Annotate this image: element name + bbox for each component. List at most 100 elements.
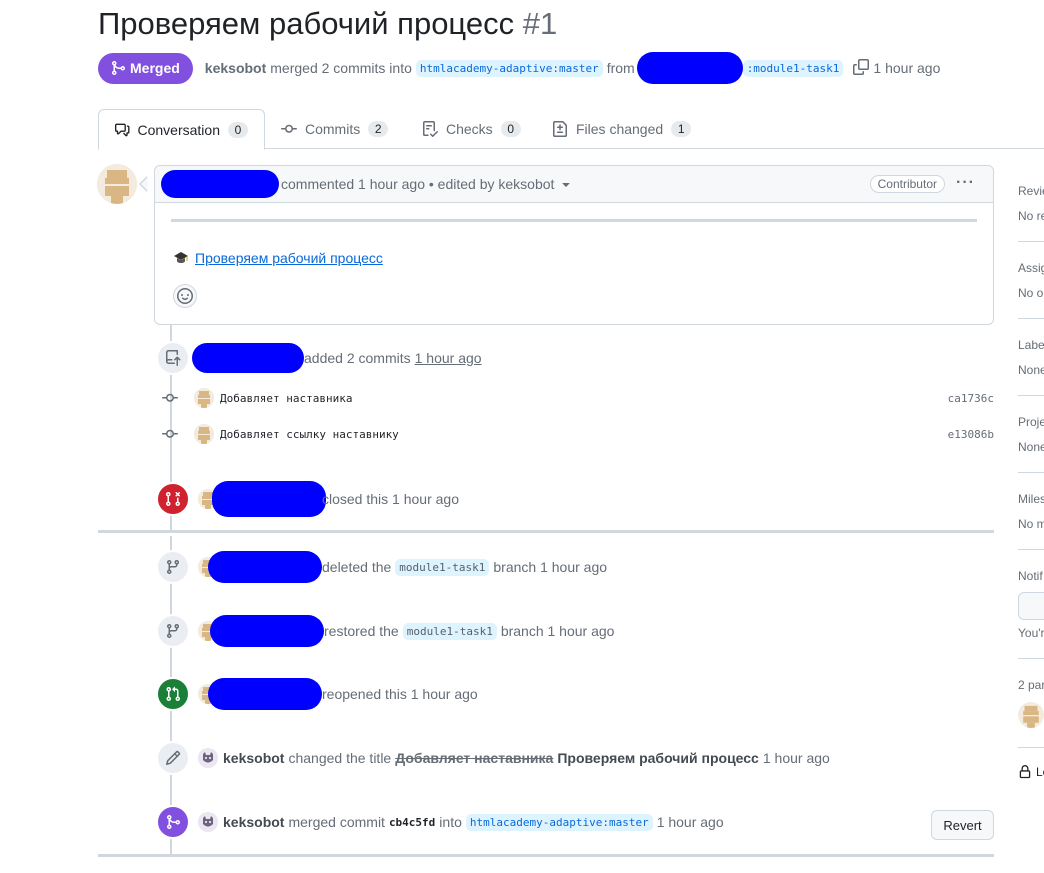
pencil-icon bbox=[156, 741, 190, 775]
timeline-event-deleted-branch: deleted the module1-task1 branch 1 hour … bbox=[156, 550, 607, 584]
event-text: deleted the bbox=[322, 559, 392, 575]
git-commit-icon bbox=[162, 390, 178, 406]
sidebar-reviewers[interactable]: RevieNo re bbox=[1018, 184, 1044, 223]
event-text: merged commit bbox=[288, 814, 385, 830]
status-label: Merged bbox=[130, 60, 180, 76]
author-link[interactable]: keksobot bbox=[205, 60, 266, 76]
kebab-menu-icon[interactable]: ··· bbox=[956, 174, 975, 192]
merge-text: merged 2 commits into bbox=[270, 60, 412, 76]
lock-conversation[interactable]: Lo bbox=[1018, 765, 1044, 779]
pr-number: #1 bbox=[522, 6, 558, 41]
redacted-username bbox=[192, 343, 304, 373]
timeline-event-closed: closed this 1 hour ago bbox=[156, 481, 459, 517]
commit-sha[interactable]: cb4c5fd bbox=[389, 816, 435, 829]
avatar[interactable] bbox=[198, 748, 218, 768]
commit-row: Добавляет ссылку наставнику e13086b bbox=[162, 424, 994, 444]
comment-action: commented 1 hour ago • edited by keksobo… bbox=[281, 176, 555, 192]
tab-count: 0 bbox=[500, 121, 521, 137]
git-commit-icon bbox=[162, 426, 178, 442]
avatar[interactable] bbox=[194, 424, 214, 444]
avatar[interactable] bbox=[1018, 702, 1044, 728]
commit-message[interactable]: Добавляет наставника bbox=[220, 392, 352, 405]
commit-message[interactable]: Добавляет ссылку наставнику bbox=[220, 428, 399, 441]
tab-files-changed[interactable]: Files changed 1 bbox=[536, 109, 707, 149]
sidebar-divider bbox=[1018, 549, 1044, 550]
redacted-username bbox=[161, 170, 279, 198]
tab-label: Commits bbox=[305, 121, 361, 137]
actor-link[interactable]: keksobot bbox=[223, 814, 284, 830]
triangle-down-icon[interactable] bbox=[558, 176, 574, 192]
sidebar-labels[interactable]: Labe None bbox=[1018, 338, 1044, 377]
page-title: Проверяем рабочий процесс #1 bbox=[98, 6, 557, 42]
checklist-icon bbox=[423, 121, 438, 137]
timeline-event-added-commits: added 2 commits 1 hour ago bbox=[156, 341, 482, 375]
timeline-event-reopened: reopened this 1 hour ago bbox=[156, 677, 478, 711]
sidebar-divider bbox=[1018, 747, 1044, 748]
head-branch-ref[interactable]: :module1-task1 bbox=[742, 59, 844, 77]
timeline-event-merged: keksobot merged commit cb4c5fd into html… bbox=[156, 805, 724, 839]
smiley-icon[interactable] bbox=[173, 284, 197, 308]
redacted-username bbox=[208, 551, 322, 583]
event-time: branch 1 hour ago bbox=[500, 623, 615, 639]
commit-row: Добавляет наставника ca1736c bbox=[162, 388, 994, 408]
timeline-event-renamed: keksobot changed the title Добавляет нас… bbox=[156, 741, 830, 775]
copy-icon[interactable] bbox=[853, 58, 870, 78]
base-branch-ref[interactable]: htmlacademy-adaptive:master bbox=[465, 813, 653, 831]
event-text: added 2 commits bbox=[304, 350, 411, 366]
pr-tabs: Conversation 0 Commits 2 Checks 0 Files … bbox=[98, 109, 1044, 150]
tab-label: Conversation bbox=[137, 121, 221, 138]
branch-ref: module1-task1 bbox=[395, 558, 490, 576]
tab-checks[interactable]: Checks 0 bbox=[406, 109, 537, 149]
status-badge: Merged bbox=[98, 52, 193, 84]
comment-divider bbox=[171, 219, 977, 222]
redacted-username bbox=[636, 52, 743, 84]
timeline-divider bbox=[98, 530, 994, 533]
git-merge-icon bbox=[112, 61, 126, 75]
git-branch-icon bbox=[156, 550, 190, 584]
tab-label: Files changed bbox=[576, 121, 664, 137]
comment-discussion-icon bbox=[115, 123, 130, 136]
sidebar-projects[interactable]: Proje None bbox=[1018, 415, 1044, 454]
sidebar-milestone[interactable]: Miles No m bbox=[1018, 492, 1044, 531]
event-time[interactable]: 1 hour ago bbox=[415, 350, 482, 366]
sidebar-assignees[interactable]: AssigNo o bbox=[1018, 261, 1044, 300]
event-text: reopened this 1 hour ago bbox=[322, 686, 478, 702]
redacted-username bbox=[210, 615, 324, 647]
subscribe-button[interactable] bbox=[1018, 592, 1044, 620]
from-text: from bbox=[606, 60, 635, 76]
contributor-label: Contributor bbox=[869, 175, 945, 193]
comment-header: commented 1 hour ago • edited by keksobo… bbox=[155, 166, 993, 203]
avatar[interactable] bbox=[194, 388, 214, 408]
sidebar-participants: 2 par bbox=[1018, 678, 1044, 728]
git-pull-request-icon bbox=[156, 677, 190, 711]
pr-description-comment: commented 1 hour ago • edited by keksobo… bbox=[154, 165, 994, 325]
into-text: into bbox=[439, 814, 462, 830]
actor-link[interactable]: keksobot bbox=[223, 750, 284, 766]
tab-commits[interactable]: Commits 2 bbox=[265, 109, 404, 149]
tab-label: Checks bbox=[446, 121, 493, 137]
old-title: Добавляет наставника bbox=[395, 750, 554, 766]
redacted-username bbox=[212, 481, 326, 517]
tab-conversation[interactable]: Conversation 0 bbox=[98, 109, 265, 150]
comment-link[interactable]: Проверяем рабочий процесс bbox=[195, 250, 383, 266]
sidebar-divider bbox=[1018, 472, 1044, 473]
sidebar-divider bbox=[1018, 318, 1044, 319]
lock-icon bbox=[1019, 765, 1031, 779]
comment-body: Проверяем рабочий процесс bbox=[173, 250, 383, 266]
tab-count: 0 bbox=[228, 121, 248, 138]
commit-sha[interactable]: e13086b bbox=[948, 428, 994, 441]
base-branch-ref[interactable]: htmlacademy-adaptive:master bbox=[415, 59, 603, 77]
commit-sha[interactable]: ca1736c bbox=[948, 392, 994, 405]
file-diff-icon bbox=[553, 121, 567, 137]
avatar[interactable] bbox=[97, 164, 137, 204]
sidebar-divider bbox=[1018, 658, 1044, 659]
timeline-divider bbox=[98, 854, 994, 857]
graduation-cap-icon bbox=[174, 252, 188, 263]
sidebar-notifications: Notif You'r bbox=[1018, 569, 1044, 640]
revert-button[interactable]: Revert bbox=[931, 810, 994, 840]
event-time: 1 hour ago bbox=[762, 750, 830, 766]
git-commit-icon bbox=[281, 124, 297, 133]
event-time: 1 hour ago bbox=[656, 814, 724, 830]
event-text: changed the title bbox=[288, 750, 392, 766]
avatar[interactable] bbox=[198, 812, 218, 832]
